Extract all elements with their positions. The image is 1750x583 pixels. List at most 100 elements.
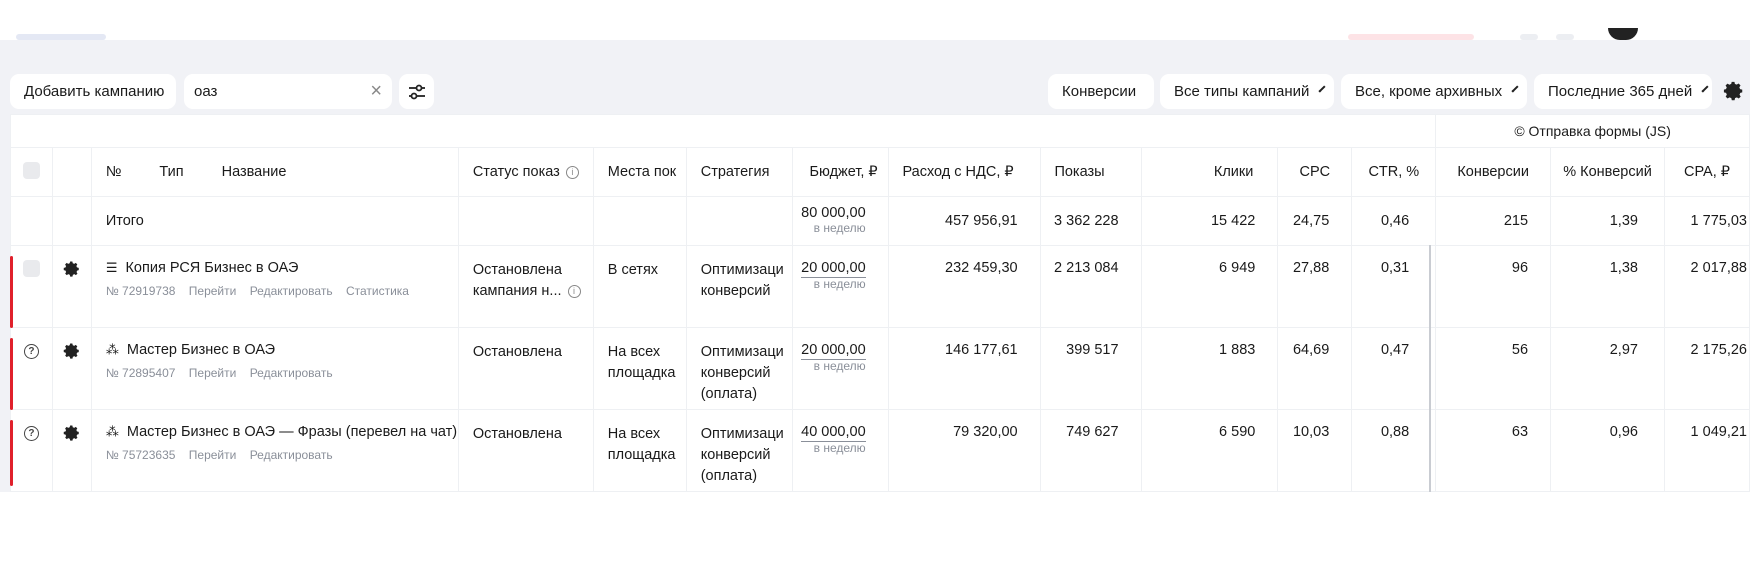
campaign-ctr: 0,31 [1351, 245, 1437, 328]
period-dropdown[interactable]: Последние 365 дней [1534, 74, 1712, 109]
avatar[interactable] [1608, 28, 1638, 40]
go-link[interactable]: Перейти [189, 366, 237, 380]
campaign-conversions: 63 [1435, 409, 1552, 492]
campaign-strategy: Оптимизаци конверсий (оплата) [685, 327, 793, 410]
table-header-row: № Тип Название Статус показ i Места пок С… [10, 147, 1750, 197]
campaign-number: № 72895407 [105, 366, 176, 380]
total-clicks: 15 422 [1140, 196, 1279, 246]
campaign-number: № 72919738 [105, 284, 176, 298]
settings-gear-icon[interactable] [63, 260, 81, 278]
row-checkbox[interactable] [22, 260, 40, 277]
master-type-icon: ⁂ [105, 424, 119, 439]
edit-link[interactable]: Редактировать [250, 284, 333, 298]
campaign-name[interactable]: Мастер Бизнес в ОАЭ — Фразы (перевел на … [127, 424, 457, 440]
add-campaign-button[interactable]: Добавить кампанию [10, 74, 176, 109]
campaign-name[interactable]: Копия РСЯ Бизнес в ОАЭ [125, 260, 298, 276]
chevron-down-icon [1701, 85, 1709, 93]
search-box: × [184, 74, 392, 109]
col-header-conv-rate[interactable]: % Конверсий [1550, 147, 1665, 197]
campaign-clicks: 6 949 [1140, 245, 1279, 328]
budget-period: в неделю [813, 359, 866, 373]
total-label: Итого [90, 196, 459, 246]
col-header-status[interactable]: Статус показ [473, 164, 560, 180]
campaign-strategy: Оптимизаци конверсий [685, 245, 793, 328]
campaign-spend: 232 459,30 [887, 245, 1041, 328]
campaign-clicks: 1 883 [1140, 327, 1279, 410]
search-input[interactable] [194, 83, 354, 100]
col-header-strategy[interactable]: Стратегия [685, 147, 793, 197]
campaign-places: На всех площадка [592, 327, 687, 410]
campaign-cpa: 2 017,88 [1663, 245, 1750, 328]
campaign-ctr: 0,47 [1351, 327, 1437, 410]
goal-header-row: © Отправка формы (JS) [9, 114, 1750, 148]
col-header-clicks[interactable]: Клики [1140, 147, 1279, 197]
campaign-strategy: Оптимизаци конверсий (оплата) [685, 409, 793, 492]
table-row[interactable]: ? ⁂ Мастер Бизнес в ОАЭ № 72895407 Перей… [10, 327, 1750, 410]
table-row[interactable]: ☰ Копия РСЯ Бизнес в ОАЭ № 72919738 Пере… [10, 245, 1750, 328]
total-row: Итого 80 000,00 в неделю 457 956,91 3 36… [10, 196, 1750, 246]
campaign-conv-rate: 1,38 [1550, 245, 1665, 328]
go-link[interactable]: Перейти [189, 284, 237, 298]
col-header-conversions[interactable]: Конверсии [1435, 147, 1552, 197]
col-header-budget[interactable]: Бюджет, ₽ [791, 147, 889, 197]
campaign-budget[interactable]: 20 000,00 [801, 260, 866, 278]
col-header-no[interactable]: № [106, 164, 122, 180]
settings-gear-icon[interactable] [63, 424, 81, 442]
total-budget: 80 000,00 [801, 205, 866, 221]
archive-filter-dropdown[interactable]: Все, кроме архивных [1341, 74, 1527, 109]
col-header-spend[interactable]: Расход с НДС, ₽ [887, 147, 1041, 197]
campaign-places: В сетях [592, 245, 687, 328]
help-circle-icon[interactable]: ? [23, 344, 39, 359]
settings-gear-icon[interactable] [63, 342, 81, 360]
help-circle-icon[interactable]: ? [23, 426, 39, 441]
edit-link[interactable]: Редактировать [250, 366, 333, 380]
campaign-budget[interactable]: 40 000,00 [801, 424, 866, 442]
campaign-name[interactable]: Мастер Бизнес в ОАЭ [127, 342, 275, 358]
campaign-spend: 146 177,61 [887, 327, 1041, 410]
col-header-cpa[interactable]: CPA, ₽ [1663, 147, 1750, 197]
select-all-checkbox[interactable] [22, 161, 40, 179]
campaign-impressions: 399 517 [1039, 327, 1142, 410]
campaign-conv-rate: 2,97 [1550, 327, 1665, 410]
total-impressions: 3 362 228 [1039, 196, 1142, 246]
stats-link[interactable]: Статистика [346, 284, 409, 298]
campaign-conv-rate: 0,96 [1550, 409, 1665, 492]
campaign-clicks: 6 590 [1140, 409, 1279, 492]
edit-link[interactable]: Редактировать [250, 448, 333, 462]
total-budget-period: в неделю [813, 221, 866, 235]
col-header-places[interactable]: Места пок [592, 147, 687, 197]
campaign-cpc: 10,03 [1277, 409, 1353, 492]
filter-sliders-icon [408, 84, 425, 99]
campaign-budget[interactable]: 20 000,00 [801, 342, 866, 360]
col-header-name[interactable]: Название [222, 164, 287, 180]
col-header-ctr[interactable]: CTR, % [1351, 147, 1437, 197]
goal-label[interactable]: © Отправка формы (JS) [1435, 114, 1750, 148]
master-type-icon: ⁂ [105, 342, 119, 357]
campaign-types-label: Все типы кампаний [1174, 83, 1310, 100]
clear-icon[interactable]: × [370, 81, 382, 101]
chevron-down-icon [1511, 85, 1519, 93]
filter-button[interactable] [399, 74, 434, 109]
campaign-conversions: 56 [1435, 327, 1552, 410]
info-icon[interactable]: i [565, 165, 579, 179]
conversions-button[interactable]: Конверсии [1048, 74, 1154, 109]
settings-gear-icon[interactable] [1723, 80, 1745, 102]
campaign-types-dropdown[interactable]: Все типы кампаний [1160, 74, 1334, 109]
col-header-cpc[interactable]: CPC [1277, 147, 1353, 197]
budget-period: в неделю [813, 441, 866, 455]
budget-period: в неделю [813, 277, 866, 291]
col-header-impressions[interactable]: Показы [1039, 147, 1142, 197]
row-status-bar [10, 420, 13, 486]
campaign-ctr: 0,88 [1351, 409, 1437, 492]
network-type-icon: ☰ [105, 260, 118, 275]
table-row[interactable]: ? ⁂ Мастер Бизнес в ОАЭ — Фразы (перевел… [10, 409, 1750, 492]
row-status-bar [10, 338, 13, 410]
total-ctr: 0,46 [1351, 196, 1437, 246]
col-header-type[interactable]: Тип [159, 164, 183, 180]
total-cpa: 1 775,03 [1663, 196, 1750, 246]
info-icon[interactable]: i [567, 284, 581, 298]
campaign-status: Остановлена [457, 327, 594, 410]
go-link[interactable]: Перейти [189, 448, 237, 462]
campaign-number: № 75723635 [105, 448, 176, 462]
frozen-column-divider [1429, 245, 1431, 492]
